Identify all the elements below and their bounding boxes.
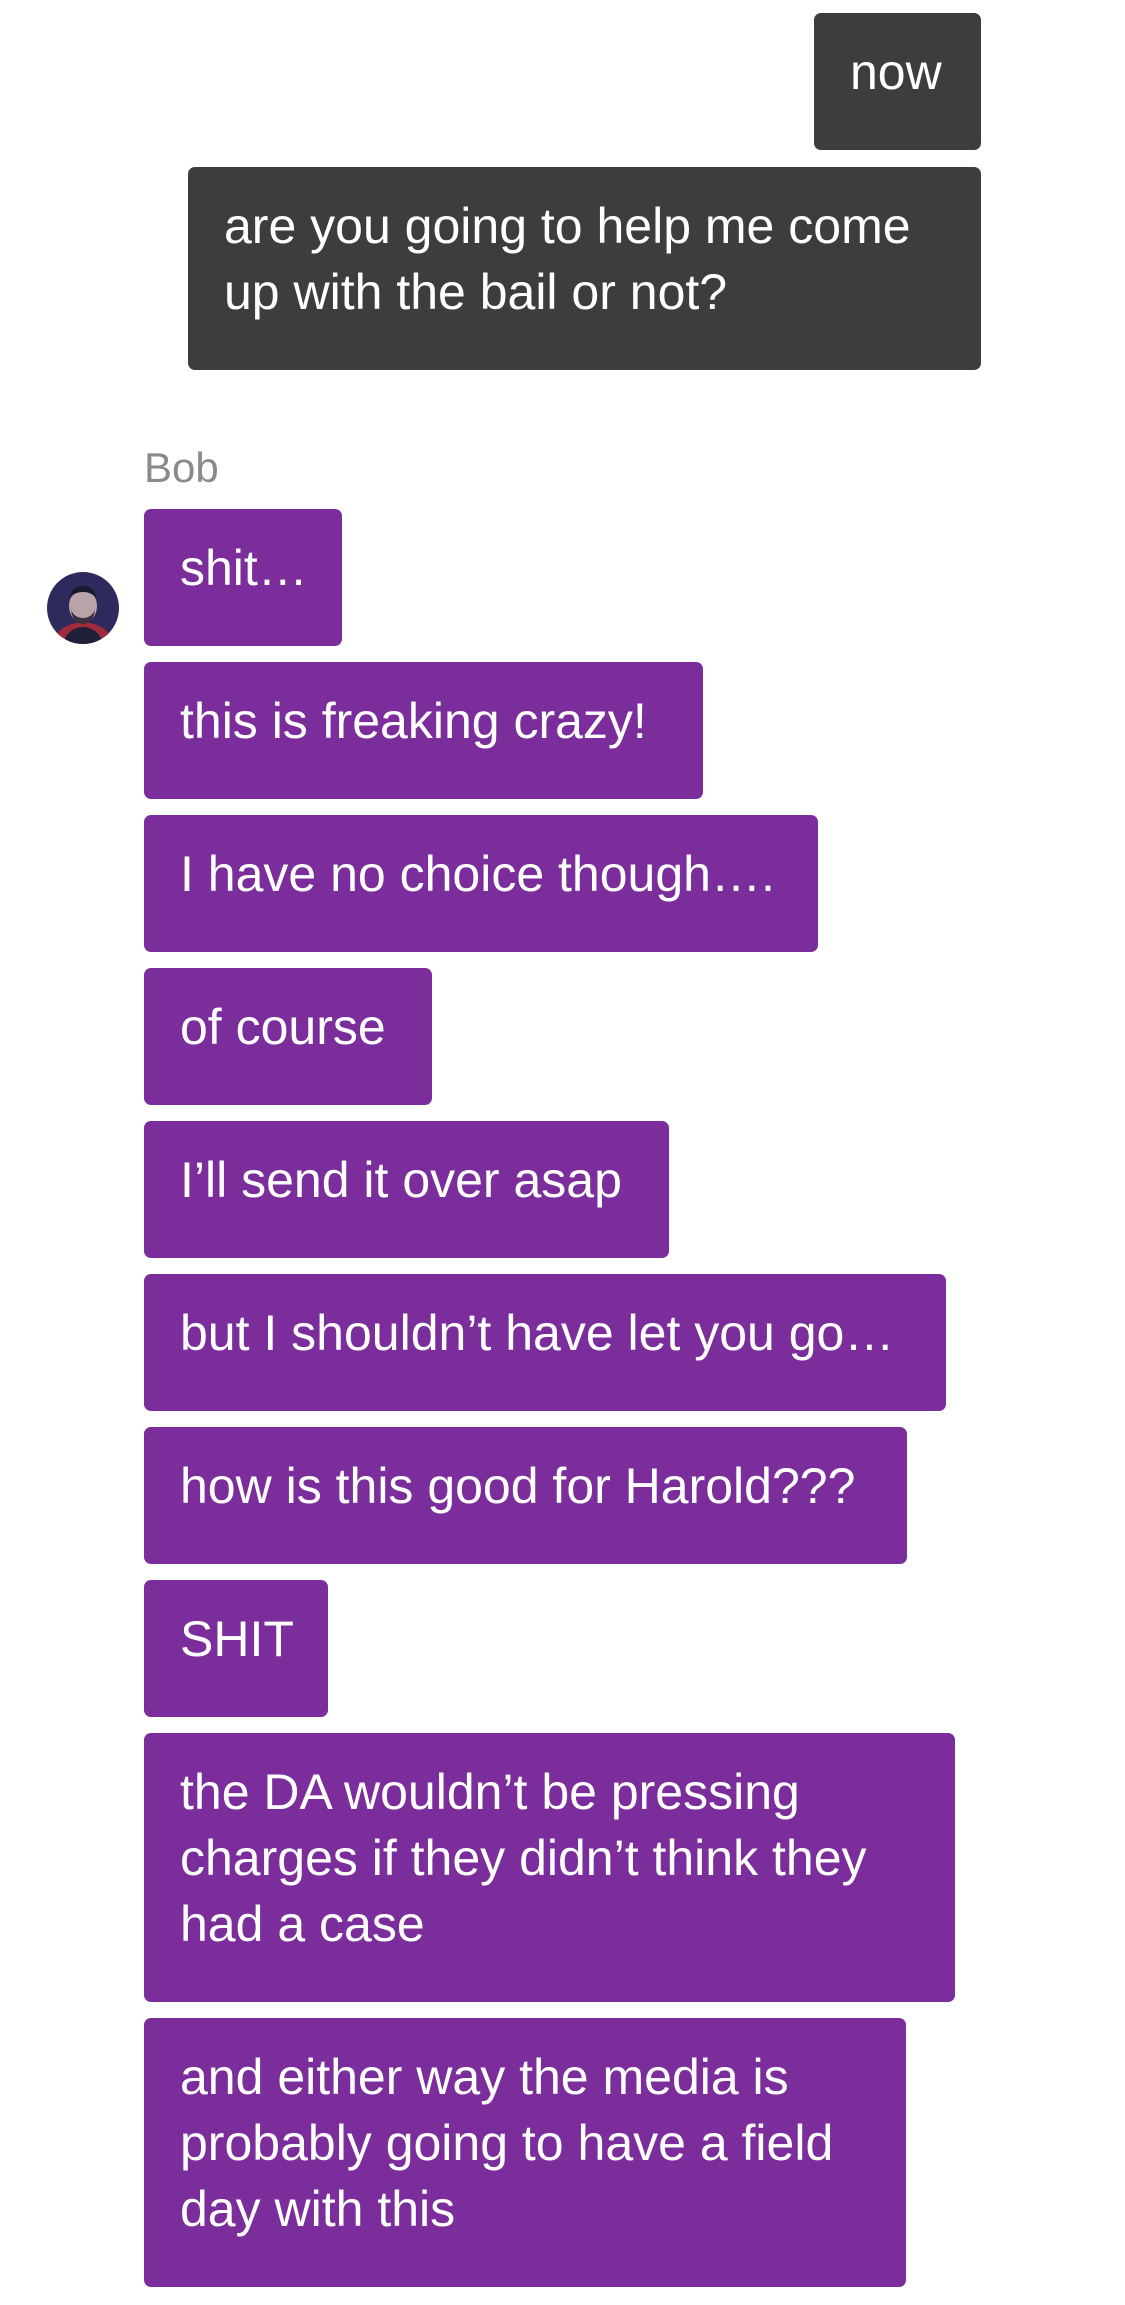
received-message-bubble[interactable]: and either way the media is probably goi… (144, 2018, 906, 2287)
sent-message-bubble[interactable]: now (814, 13, 981, 150)
received-message-bubble[interactable]: but I shouldn’t have let you go… (144, 1274, 946, 1411)
received-message-bubble[interactable]: how is this good for Harold??? (144, 1427, 907, 1564)
sender-avatar[interactable] (47, 572, 119, 644)
received-message-bubble[interactable]: I have no choice though…. (144, 815, 818, 952)
received-message-bubble[interactable]: SHIT (144, 1580, 328, 1717)
person-photo-avatar-icon (47, 572, 119, 644)
received-message-bubble[interactable]: this is freaking crazy! (144, 662, 703, 799)
chat-thread: now are you going to help me come up wit… (0, 0, 1125, 2305)
received-message-bubble[interactable]: I’ll send it over asap (144, 1121, 669, 1258)
received-message-bubble[interactable]: of course (144, 968, 432, 1105)
sent-message-bubble[interactable]: are you going to help me come up with th… (188, 167, 981, 370)
received-message-bubble[interactable]: the DA wouldn’t be pressing charges if t… (144, 1733, 955, 2002)
sender-name: Bob (144, 444, 219, 491)
received-message-bubble[interactable]: shit… (144, 509, 342, 646)
